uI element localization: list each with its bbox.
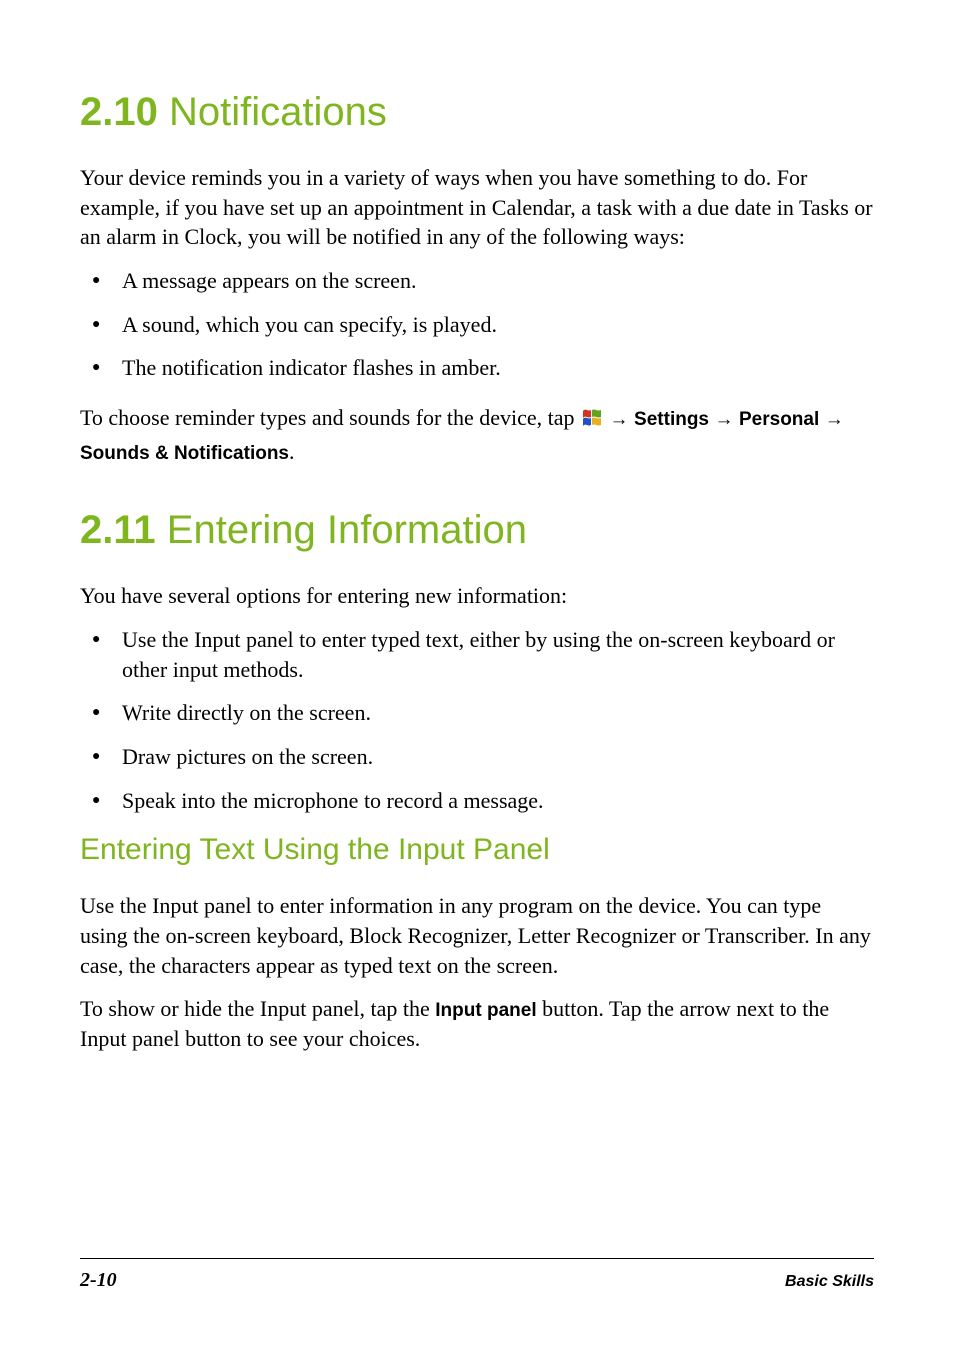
notification-ways-list: A message appears on the screen. A sound… bbox=[80, 266, 874, 383]
page-number: 2-10 bbox=[80, 1269, 117, 1292]
section-heading-211: 2.11 Entering Information bbox=[80, 508, 874, 553]
section-number: 2.10 bbox=[80, 90, 158, 134]
nav-prefix: To choose reminder types and sounds for … bbox=[80, 405, 580, 430]
list-item: A message appears on the screen. bbox=[80, 266, 874, 296]
nav-sounds: Sounds & Notifications bbox=[80, 443, 289, 464]
subsection-heading: Entering Text Using the Input Panel bbox=[80, 833, 874, 867]
section-title: Notifications bbox=[169, 90, 387, 134]
list-item: Speak into the microphone to record a me… bbox=[80, 786, 874, 816]
section-entering-information: 2.11 Entering Information You have sever… bbox=[80, 508, 874, 1054]
footer-title: Basic Skills bbox=[785, 1273, 874, 1291]
section-number: 2.11 bbox=[80, 508, 156, 552]
para2-prefix: To show or hide the Input panel, tap the bbox=[80, 996, 435, 1021]
list-item: A sound, which you can specify, is playe… bbox=[80, 310, 874, 340]
section-intro-text: Your device reminds you in a variety of … bbox=[80, 163, 874, 252]
footer-content: 2-10 Basic Skills bbox=[80, 1269, 874, 1292]
subsection-para1: Use the Input panel to enter information… bbox=[80, 891, 874, 980]
list-item: Draw pictures on the screen. bbox=[80, 742, 874, 772]
arrow-icon: → bbox=[825, 409, 844, 430]
subsection-para2: To show or hide the Input panel, tap the… bbox=[80, 994, 874, 1053]
footer-divider bbox=[80, 1258, 874, 1259]
document-page: 2.10 Notifications Your device reminds y… bbox=[0, 0, 954, 1352]
navigation-path-text: To choose reminder types and sounds for … bbox=[80, 401, 874, 468]
nav-settings: Settings bbox=[634, 409, 709, 430]
section-intro-text: You have several options for entering ne… bbox=[80, 581, 874, 611]
arrow-icon: → bbox=[715, 409, 734, 430]
list-item: The notification indicator flashes in am… bbox=[80, 353, 874, 383]
nav-personal: Personal bbox=[739, 409, 819, 430]
section-title: Entering Information bbox=[167, 508, 527, 552]
nav-period: . bbox=[289, 439, 295, 464]
section-notifications: 2.10 Notifications Your device reminds y… bbox=[80, 90, 874, 468]
page-footer: 2-10 Basic Skills bbox=[80, 1258, 874, 1292]
windows-start-icon bbox=[582, 403, 602, 421]
input-options-list: Use the Input panel to enter typed text,… bbox=[80, 625, 874, 815]
arrow-icon: → bbox=[610, 409, 629, 430]
section-heading-210: 2.10 Notifications bbox=[80, 90, 874, 135]
list-item: Write directly on the screen. bbox=[80, 698, 874, 728]
input-panel-bold: Input panel bbox=[435, 1000, 536, 1021]
list-item: Use the Input panel to enter typed text,… bbox=[80, 625, 874, 684]
